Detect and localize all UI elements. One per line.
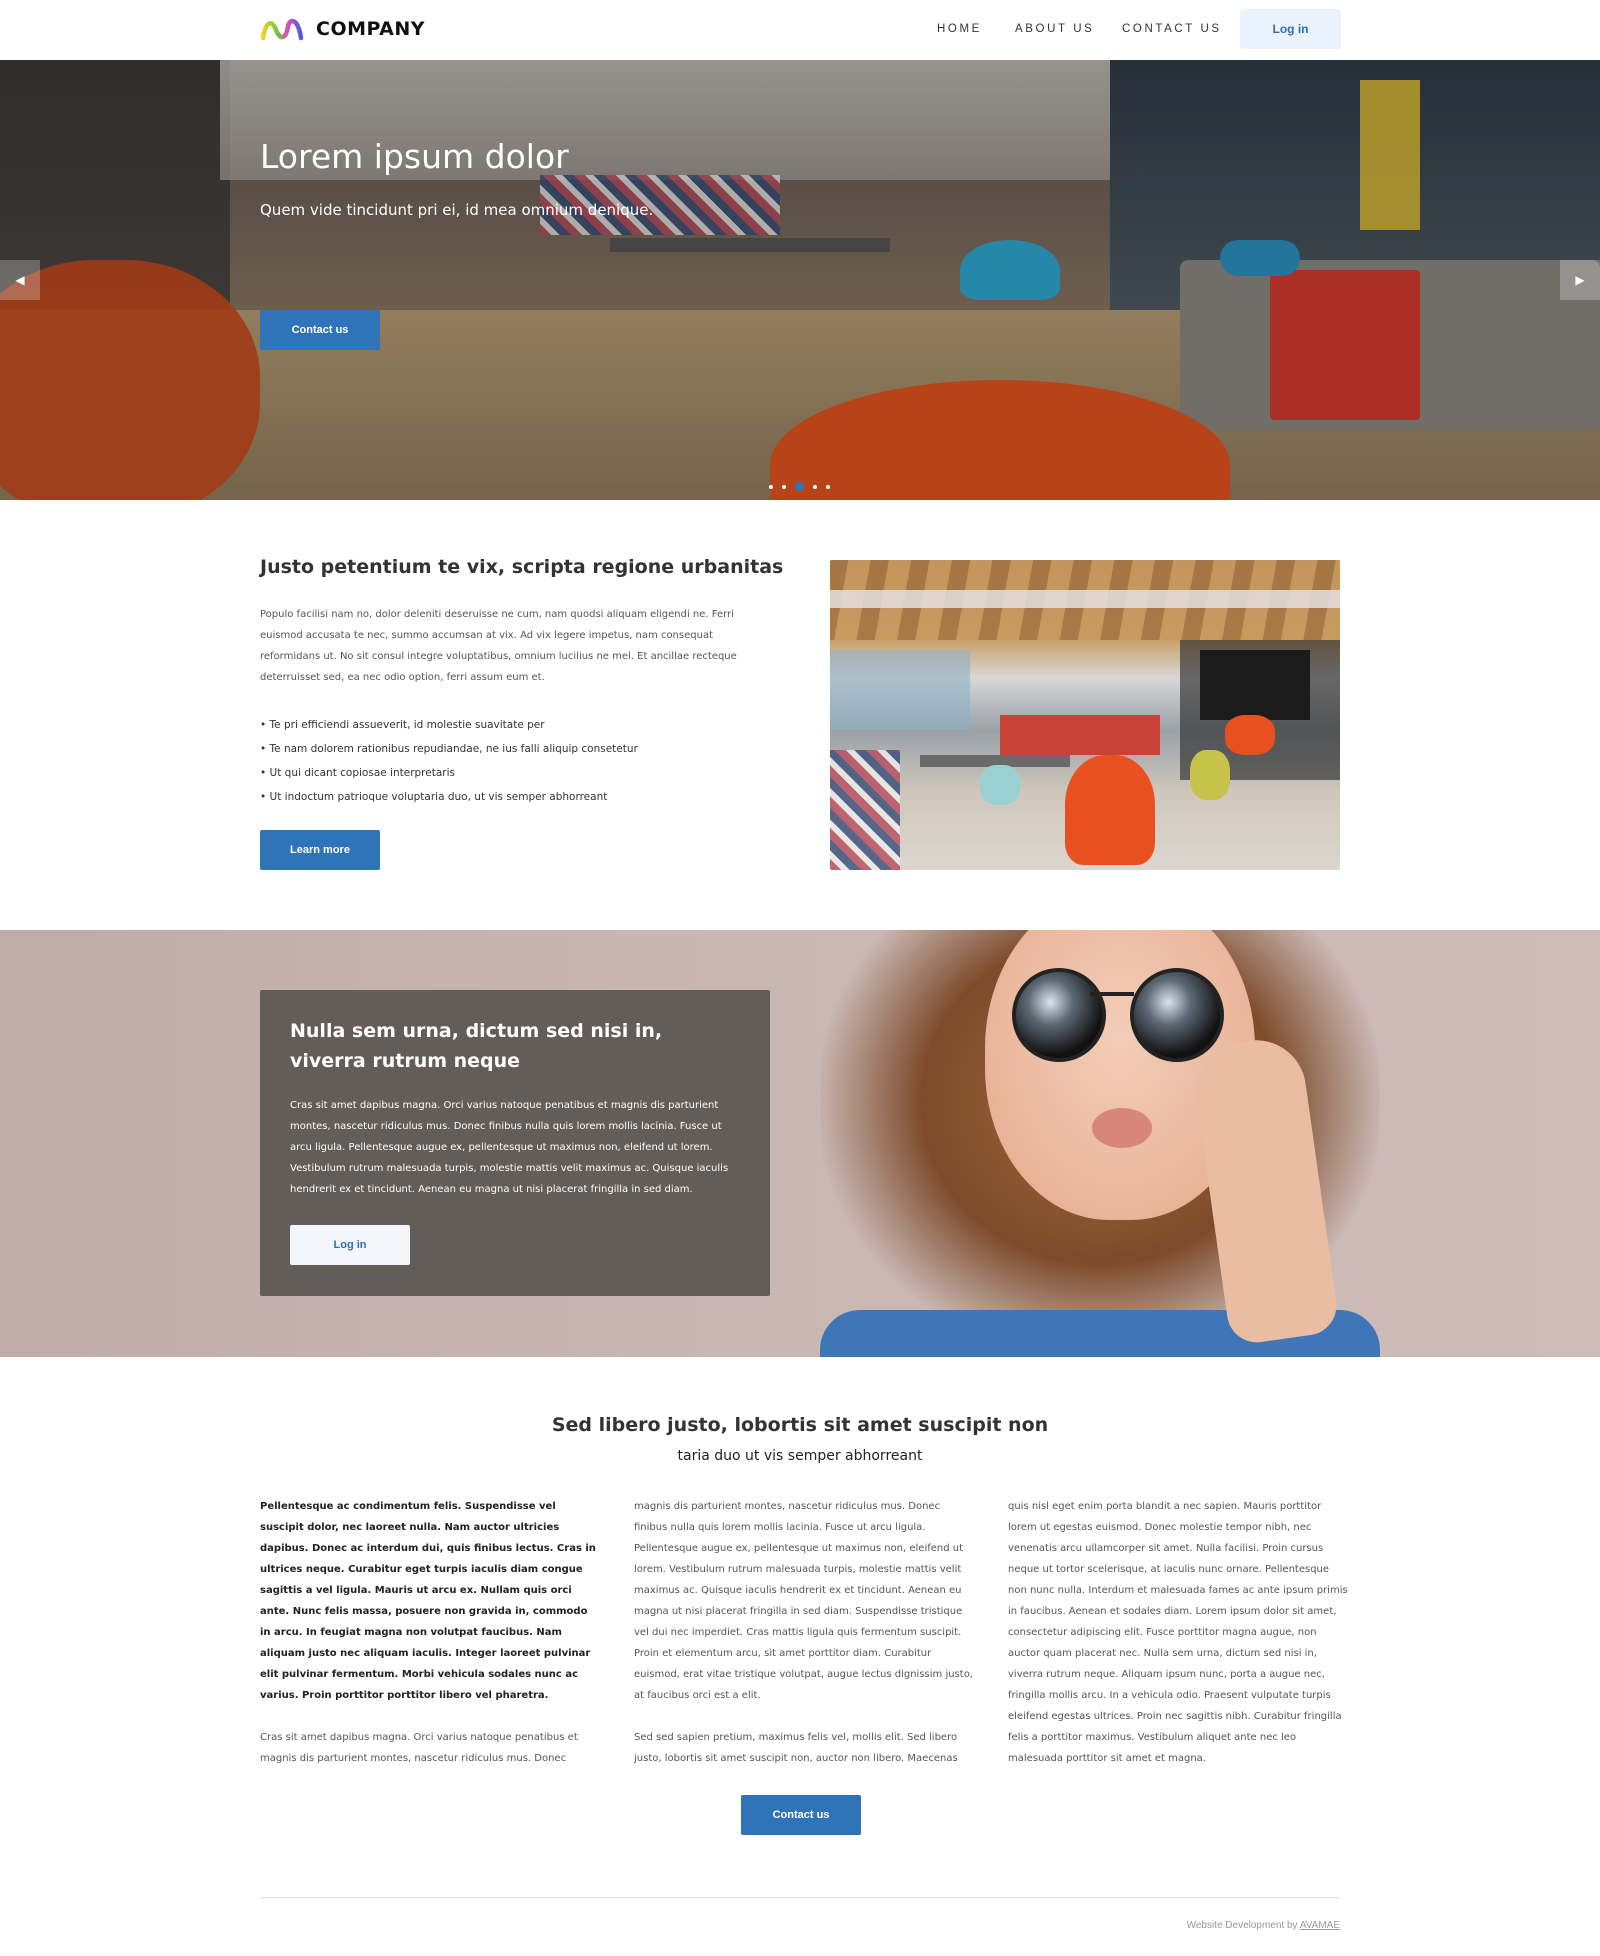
footer-credit-text: Website Development by: [1186, 1920, 1298, 1931]
office-photo-chair: [1225, 715, 1275, 755]
list-item: • Te pri efficiendi assueverit, id moles…: [260, 719, 545, 731]
hero-contact-button[interactable]: Contact us: [260, 310, 380, 350]
feature-login-button[interactable]: Log in: [290, 1225, 410, 1265]
list-item: • Ut indoctum patrioque voluptaria duo, …: [260, 791, 608, 803]
logo-icon: [260, 18, 304, 41]
columns-subtitle: taria duo ut vis semper abhorreant: [677, 1448, 923, 1464]
text-column-2: magnis dis parturient montes, nascetur r…: [634, 1496, 974, 1769]
office-photo: [830, 560, 1340, 870]
column-text: Sed sed sapien pretium, maximus felis ve…: [634, 1732, 958, 1764]
office-photo-pattern-sofa: [830, 750, 900, 870]
office-photo-sofa: [1000, 715, 1160, 755]
header-login-button[interactable]: Log in: [1240, 9, 1341, 49]
feature-paragraph: Cras sit amet dapibus magna. Orci varius…: [290, 1100, 729, 1195]
column-bold-text: Pellentesque ac condimentum felis. Suspe…: [260, 1501, 596, 1701]
slider-dot[interactable]: [813, 484, 817, 489]
office-photo-windows: [830, 650, 970, 730]
slider-dot[interactable]: [769, 484, 773, 489]
woman-photo-lips: [1092, 1108, 1152, 1148]
feature-banner: [0, 930, 1600, 1357]
hero-overlay: [0, 60, 1600, 500]
hero-slider: ◀ ▶: [0, 60, 1600, 500]
site-header: COMPANY HOME ABOUT US CONTACT US Log in: [0, 0, 1600, 60]
slider-dots: [769, 482, 830, 491]
office-photo-chair: [1190, 750, 1230, 800]
text-column-1: Pellentesque ac condimentum felis. Suspe…: [260, 1496, 600, 1769]
list-item: • Ut qui dicant copiosae interpretaris: [260, 767, 455, 779]
nav-home[interactable]: HOME: [937, 23, 982, 35]
intro-paragraph: Populo facilisi nam no, dolor deleniti d…: [260, 609, 737, 683]
slider-prev-arrow-icon[interactable]: ◀: [0, 260, 40, 300]
slider-dot-active[interactable]: [795, 482, 804, 491]
learn-more-button[interactable]: Learn more: [260, 830, 380, 870]
nav-about-us[interactable]: ABOUT US: [1015, 23, 1094, 35]
brand-name: COMPANY: [316, 18, 426, 40]
intro-bullet-list: • Te pri efficiendi assueverit, id moles…: [260, 713, 638, 809]
column-text: Cras sit amet dapibus magna. Orci varius…: [260, 1732, 578, 1764]
columns-title: Sed libero justo, lobortis sit amet susc…: [551, 1414, 1049, 1436]
slider-dot[interactable]: [782, 484, 786, 489]
office-photo-egg-chair: [1065, 755, 1155, 865]
hero-subtitle: Quem vide tincidunt pri ei, id mea omniu…: [260, 201, 654, 219]
footer-credit: Website Development by AVAMAE: [1030, 1920, 1340, 1931]
text-column-3: quis nisl eget enim porta blandit a nec …: [1008, 1496, 1348, 1769]
hero-title: Lorem ipsum dolor: [260, 137, 569, 176]
footer-credit-link[interactable]: AVAMAE: [1300, 1920, 1340, 1931]
office-photo-screen: [1200, 650, 1310, 720]
list-item: • Te nam dolorem rationibus repudiandae,…: [260, 743, 638, 755]
columns-contact-button[interactable]: Contact us: [741, 1795, 861, 1835]
sunglasses-lens-right: [1130, 968, 1224, 1062]
sunglasses-bridge: [1090, 992, 1134, 996]
slider-dot[interactable]: [826, 484, 830, 489]
office-photo-chair: [980, 765, 1020, 805]
column-text: quis nisl eget enim porta blandit a nec …: [1008, 1501, 1348, 1764]
office-photo-duct: [830, 590, 1340, 608]
footer-divider: [260, 1897, 1340, 1898]
sunglasses-lens-left: [1012, 968, 1106, 1062]
feature-title: Nulla sem urna, dictum sed nisi in, vive…: [290, 1020, 663, 1072]
intro-title: Justo petentium te vix, scripta regione …: [260, 556, 784, 578]
column-text: magnis dis parturient montes, nascetur r…: [634, 1501, 973, 1701]
nav-contact-us[interactable]: CONTACT US: [1122, 23, 1222, 35]
logo[interactable]: COMPANY: [260, 14, 425, 44]
slider-next-arrow-icon[interactable]: ▶: [1560, 260, 1600, 300]
